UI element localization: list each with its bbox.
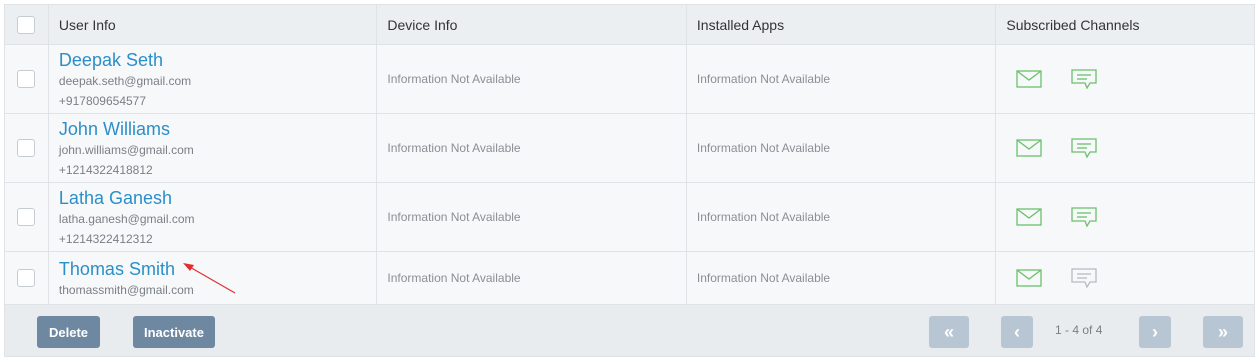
table-footer: Delete Inactivate « ‹ 1 - 4 of 4 › » (4, 305, 1255, 357)
prev-page-button[interactable]: ‹ (1001, 316, 1033, 348)
device-info-text: Information Not Available (387, 210, 521, 224)
device-info-text: Information Not Available (387, 271, 521, 285)
select-all-cell (5, 5, 49, 44)
chat-icon[interactable] (1070, 206, 1098, 228)
inactivate-button[interactable]: Inactivate (133, 316, 215, 348)
row-checkbox[interactable] (17, 139, 36, 157)
device-info-cell: Information Not Available (377, 183, 687, 251)
row-select-cell (5, 114, 49, 182)
next-page-button[interactable]: › (1139, 316, 1171, 348)
device-info-cell: Information Not Available (377, 114, 687, 182)
row-select-cell (5, 45, 49, 113)
page-info: 1 - 4 of 4 (1055, 323, 1103, 337)
channels-cell (996, 252, 1254, 304)
user-name-link[interactable]: John Williams (59, 118, 194, 140)
table-row: Latha Ganesh latha.ganesh@gmail.com +121… (5, 183, 1254, 252)
installed-apps-text: Information Not Available (696, 141, 831, 155)
user-email: latha.ganesh@gmail.com (58, 211, 195, 226)
user-info-cell: John Williams john.williams@gmail.com +1… (49, 114, 378, 182)
column-header-user[interactable]: User Info (49, 5, 378, 44)
chat-icon[interactable] (1070, 68, 1098, 90)
user-phone: +1214322418812 (58, 162, 153, 177)
mail-icon[interactable] (1016, 208, 1043, 226)
row-select-cell (5, 183, 49, 251)
mail-icon[interactable] (1016, 139, 1043, 157)
user-phone: +917809654577 (58, 93, 147, 108)
installed-apps-text: Information Not Available (696, 210, 831, 224)
column-header-apps[interactable]: Installed Apps (687, 5, 997, 44)
column-header-channels[interactable]: Subscribed Channels (996, 5, 1254, 44)
table-row: John Williams john.williams@gmail.com +1… (5, 114, 1254, 183)
user-name-link[interactable]: Deepak Seth (59, 49, 191, 71)
channels-cell (996, 114, 1254, 182)
channels-cell (996, 183, 1254, 251)
device-info-cell: Information Not Available (377, 45, 687, 113)
user-name-link[interactable]: Thomas Smith (59, 258, 194, 280)
row-checkbox[interactable] (17, 269, 36, 287)
row-checkbox[interactable] (17, 208, 36, 226)
first-page-button[interactable]: « (929, 316, 969, 348)
user-phone: +1214322412312 (58, 231, 153, 246)
users-table: User Info Device Info Installed Apps Sub… (4, 4, 1255, 306)
last-page-button[interactable]: » (1203, 316, 1243, 348)
installed-apps-text: Information Not Available (696, 72, 831, 86)
user-email: thomassmith@gmail.com (58, 282, 194, 297)
table-row: Deepak Seth deepak.seth@gmail.com +91780… (5, 45, 1254, 114)
device-info-text: Information Not Available (387, 141, 521, 155)
user-info-cell: Thomas Smith thomassmith@gmail.com (49, 252, 378, 304)
device-info-cell: Information Not Available (377, 252, 687, 304)
installed-apps-cell: Information Not Available (687, 252, 997, 304)
chat-icon[interactable] (1070, 267, 1098, 289)
column-header-device[interactable]: Device Info (377, 5, 687, 44)
user-email: john.williams@gmail.com (58, 142, 194, 157)
channels-cell (996, 45, 1254, 113)
mail-icon[interactable] (1016, 70, 1043, 88)
installed-apps-cell: Information Not Available (687, 114, 997, 182)
row-checkbox[interactable] (17, 70, 36, 88)
device-info-text: Information Not Available (387, 72, 521, 86)
user-email: deepak.seth@gmail.com (58, 73, 192, 88)
user-info-cell: Latha Ganesh latha.ganesh@gmail.com +121… (49, 183, 378, 251)
installed-apps-cell: Information Not Available (687, 45, 997, 113)
user-info-cell: Deepak Seth deepak.seth@gmail.com +91780… (49, 45, 378, 113)
table-row: Thomas Smith thomassmith@gmail.com Infor… (5, 252, 1254, 305)
row-select-cell (5, 252, 49, 304)
user-name-link[interactable]: Latha Ganesh (59, 187, 195, 209)
table-header: User Info Device Info Installed Apps Sub… (5, 5, 1254, 45)
delete-button[interactable]: Delete (37, 316, 100, 348)
select-all-checkbox[interactable] (17, 15, 36, 34)
installed-apps-cell: Information Not Available (687, 183, 997, 251)
mail-icon[interactable] (1016, 269, 1043, 287)
chat-icon[interactable] (1070, 137, 1098, 159)
installed-apps-text: Information Not Available (696, 271, 831, 285)
